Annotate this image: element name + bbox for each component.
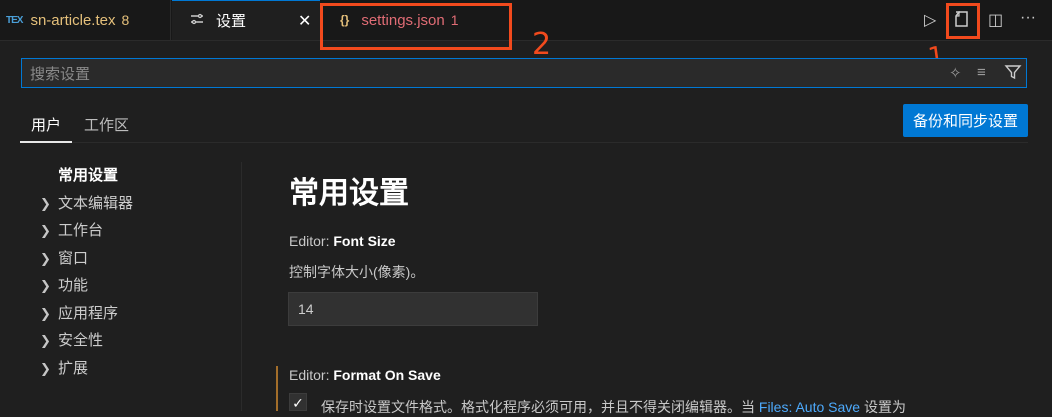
description-text: 保存时设置文件格式。格式化程序必须可用，并且不得关闭编辑器。当	[321, 399, 759, 415]
tab-sn-article[interactable]: TEX sn-article.tex 8	[0, 0, 171, 40]
run-icon[interactable]: ▷	[924, 10, 936, 30]
annotation-number-2: 2	[532, 27, 552, 62]
setting-name: Font Size	[333, 233, 396, 249]
tab-label: sn-article.tex	[30, 11, 116, 29]
tab-workspace[interactable]: 工作区	[84, 114, 129, 135]
tree-item-label: 安全性	[58, 332, 104, 349]
annotation-box-open-json	[946, 3, 980, 39]
chevron-right-icon: ❯	[40, 223, 51, 238]
scope-divider	[20, 142, 1028, 143]
setting-title-format-on-save: Editor: Format On Save	[289, 367, 441, 383]
setting-category: Editor:	[289, 233, 334, 249]
tree-item-application[interactable]: ❯ 应用程序	[40, 304, 118, 324]
tree-item-commonly-used[interactable]: 常用设置	[58, 166, 118, 186]
chevron-right-icon: ❯	[40, 251, 51, 266]
chevron-right-icon: ❯	[40, 333, 51, 348]
tree-item-extensions[interactable]: ❯ 扩展	[40, 359, 88, 379]
tree-item-features[interactable]: ❯ 功能	[40, 276, 88, 296]
annotation-box-settings-json	[320, 3, 512, 50]
tree-item-label: 工作台	[58, 222, 104, 239]
setting-name: Format On Save	[333, 367, 441, 383]
auto-save-link[interactable]: Files: Auto Save	[759, 399, 860, 415]
tree-item-label: 应用程序	[58, 305, 119, 322]
search-input[interactable]	[22, 59, 912, 89]
settings-search-box: ✧ ≡	[21, 58, 1027, 89]
tree-item-window[interactable]: ❯ 窗口	[40, 249, 88, 269]
tab-label: 设置	[216, 13, 247, 30]
tab-settings[interactable]: 设置 ✕	[172, 0, 320, 40]
tree-item-workbench[interactable]: ❯ 工作台	[40, 221, 103, 241]
format-on-save-checkbox[interactable]: ✓	[289, 393, 307, 411]
description-text: 设置为	[860, 399, 906, 415]
tex-file-icon: TEX	[6, 14, 23, 26]
settings-sliders-icon	[190, 12, 204, 29]
close-icon[interactable]: ✕	[298, 11, 311, 31]
chevron-right-icon: ❯	[40, 196, 51, 211]
backup-and-sync-button[interactable]: 备份和同步设置	[903, 104, 1028, 137]
font-size-input[interactable]	[288, 292, 538, 326]
chevron-right-icon: ❯	[40, 278, 51, 293]
chevron-right-icon: ❯	[40, 361, 51, 376]
more-actions-icon[interactable]: ···	[1020, 9, 1036, 27]
tree-divider	[241, 162, 242, 411]
setting-description: 保存时设置文件格式。格式化程序必须可用，并且不得关闭编辑器。当 Files: A…	[321, 397, 906, 417]
tree-item-label: 扩展	[58, 360, 89, 377]
editor-tab-bar: TEX sn-article.tex 8 设置 ✕ {} settings.js…	[0, 0, 1052, 41]
filter-icon[interactable]	[1004, 63, 1022, 85]
tab-user[interactable]: 用户	[31, 114, 61, 135]
clear-filter-icon[interactable]: ≡	[977, 64, 986, 81]
tree-item-label: 窗口	[58, 250, 89, 267]
problem-count-badge: 8	[121, 12, 130, 28]
setting-title-font-size: Editor: Font Size	[289, 233, 396, 249]
tree-item-security[interactable]: ❯ 安全性	[40, 331, 103, 351]
setting-description: 控制字体大小(像素)。	[289, 264, 425, 280]
tree-item-label: 文本编辑器	[58, 195, 134, 212]
modified-indicator	[276, 366, 278, 411]
tree-item-label: 功能	[58, 277, 89, 294]
sparkle-icon[interactable]: ✧	[949, 64, 962, 82]
setting-category: Editor:	[289, 367, 334, 383]
split-editor-icon[interactable]: ◫	[988, 10, 1003, 30]
tree-item-text-editor[interactable]: ❯ 文本编辑器	[40, 194, 133, 214]
chevron-right-icon: ❯	[40, 306, 51, 321]
active-tab-indicator	[20, 141, 72, 143]
section-title: 常用设置	[289, 177, 409, 210]
